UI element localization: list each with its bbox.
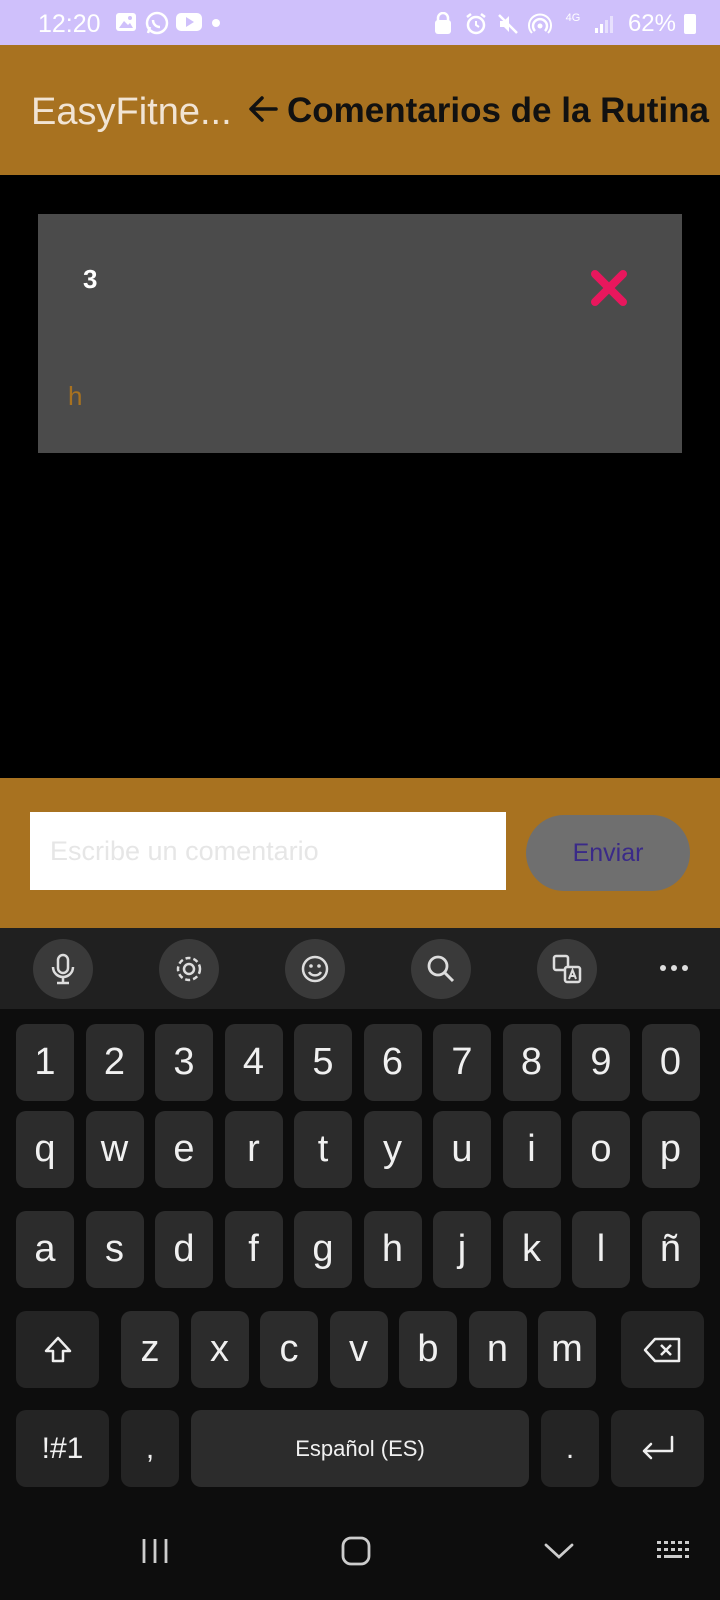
letter-key-p[interactable]: p — [641, 1111, 700, 1188]
shift-key[interactable] — [16, 1311, 99, 1388]
back-arrow-icon[interactable] — [246, 92, 280, 126]
comment-author: 3 — [83, 264, 98, 294]
letter-key-s[interactable]: s — [85, 1211, 144, 1288]
letter-key-t[interactable]: t — [294, 1111, 352, 1188]
page-title: Comentarios de la Rutina — [287, 91, 710, 130]
letter-key-w[interactable]: w — [85, 1111, 144, 1188]
letter-key-u[interactable]: u — [433, 1111, 491, 1188]
comment-input[interactable] — [30, 812, 506, 890]
mute-icon — [496, 12, 522, 36]
letter-key-d[interactable]: d — [155, 1211, 213, 1288]
space-key[interactable]: Español (ES) — [191, 1410, 529, 1487]
number-key-6[interactable]: 6 — [363, 1024, 422, 1101]
letter-key-g[interactable]: g — [294, 1211, 352, 1288]
number-key-4[interactable]: 4 — [224, 1024, 283, 1101]
enter-icon — [642, 1435, 673, 1459]
letter-key-a[interactable]: a — [16, 1211, 74, 1288]
emoji-icon[interactable] — [285, 939, 345, 999]
battery-level: 62% — [627, 10, 676, 37]
letter-key-ñ[interactable]: ñ — [641, 1211, 700, 1288]
comment-composer: Enviar — [0, 778, 720, 928]
hotspot-icon — [527, 12, 554, 36]
alarm-icon — [464, 12, 490, 36]
signal-icon — [592, 12, 618, 36]
letter-key-f[interactable]: f — [224, 1211, 283, 1288]
letter-key-i[interactable]: i — [502, 1111, 561, 1188]
keyboard-toolbar — [0, 928, 720, 1009]
settings-gear-icon[interactable] — [159, 939, 219, 999]
youtube-icon — [175, 11, 203, 33]
recent-apps-icon[interactable] — [130, 1526, 180, 1576]
status-time: 12:20 — [38, 10, 101, 38]
keyboard-switch-icon[interactable] — [648, 1526, 698, 1576]
navigation-bar — [0, 1500, 720, 1600]
comment-card: 3 h — [38, 214, 682, 453]
home-icon[interactable] — [331, 1526, 381, 1576]
letter-key-l[interactable]: l — [572, 1211, 630, 1288]
comment-text: h — [68, 381, 83, 411]
letter-key-n[interactable]: n — [468, 1311, 527, 1388]
letter-key-e[interactable]: e — [155, 1111, 213, 1188]
app-name: EasyFitne... — [31, 91, 232, 133]
notification-dot-icon — [211, 11, 221, 33]
network-4g-icon: 4G — [565, 12, 581, 24]
number-key-7[interactable]: 7 — [433, 1024, 491, 1101]
back-chevron-icon[interactable] — [534, 1526, 584, 1576]
number-key-9[interactable]: 9 — [572, 1024, 630, 1101]
period-key[interactable]: . — [541, 1410, 599, 1487]
translate-icon[interactable] — [537, 939, 597, 999]
letter-key-v[interactable]: v — [329, 1311, 388, 1388]
more-options-icon[interactable] — [660, 958, 690, 978]
letter-key-x[interactable]: x — [190, 1311, 249, 1388]
letter-key-h[interactable]: h — [363, 1211, 422, 1288]
letter-key-j[interactable]: j — [433, 1211, 491, 1288]
number-key-5[interactable]: 5 — [294, 1024, 352, 1101]
delete-comment-icon[interactable] — [588, 267, 630, 309]
letter-key-q[interactable]: q — [16, 1111, 74, 1188]
battery-icon — [684, 14, 696, 34]
search-icon[interactable] — [411, 939, 471, 999]
letter-key-b[interactable]: b — [399, 1311, 457, 1388]
number-key-8[interactable]: 8 — [502, 1024, 561, 1101]
letter-key-c[interactable]: c — [260, 1311, 318, 1388]
number-key-3[interactable]: 3 — [155, 1024, 213, 1101]
letter-key-m[interactable]: m — [538, 1311, 596, 1388]
microphone-icon[interactable] — [33, 939, 93, 999]
number-key-1[interactable]: 1 — [16, 1024, 74, 1101]
backspace-key[interactable] — [621, 1311, 704, 1388]
shift-icon — [44, 1336, 71, 1362]
send-button[interactable]: Enviar — [526, 815, 690, 891]
enter-key[interactable] — [611, 1410, 704, 1487]
letter-key-r[interactable]: r — [224, 1111, 283, 1188]
number-key-0[interactable]: 0 — [641, 1024, 700, 1101]
number-key-2[interactable]: 2 — [85, 1024, 144, 1101]
letter-key-z[interactable]: z — [121, 1311, 179, 1388]
gallery-icon — [115, 11, 137, 33]
backspace-icon — [643, 1337, 680, 1362]
symbols-key[interactable]: !#1 — [16, 1410, 109, 1487]
comma-key[interactable]: , — [121, 1410, 179, 1487]
status-bar: 12:20 4G 62% — [0, 0, 720, 45]
letter-key-k[interactable]: k — [502, 1211, 561, 1288]
app-bar: EasyFitne... Comentarios de la Rutina — [0, 45, 720, 175]
whatsapp-icon — [145, 11, 169, 35]
letter-key-o[interactable]: o — [572, 1111, 630, 1188]
lock-icon — [432, 11, 458, 36]
letter-key-y[interactable]: y — [363, 1111, 422, 1188]
